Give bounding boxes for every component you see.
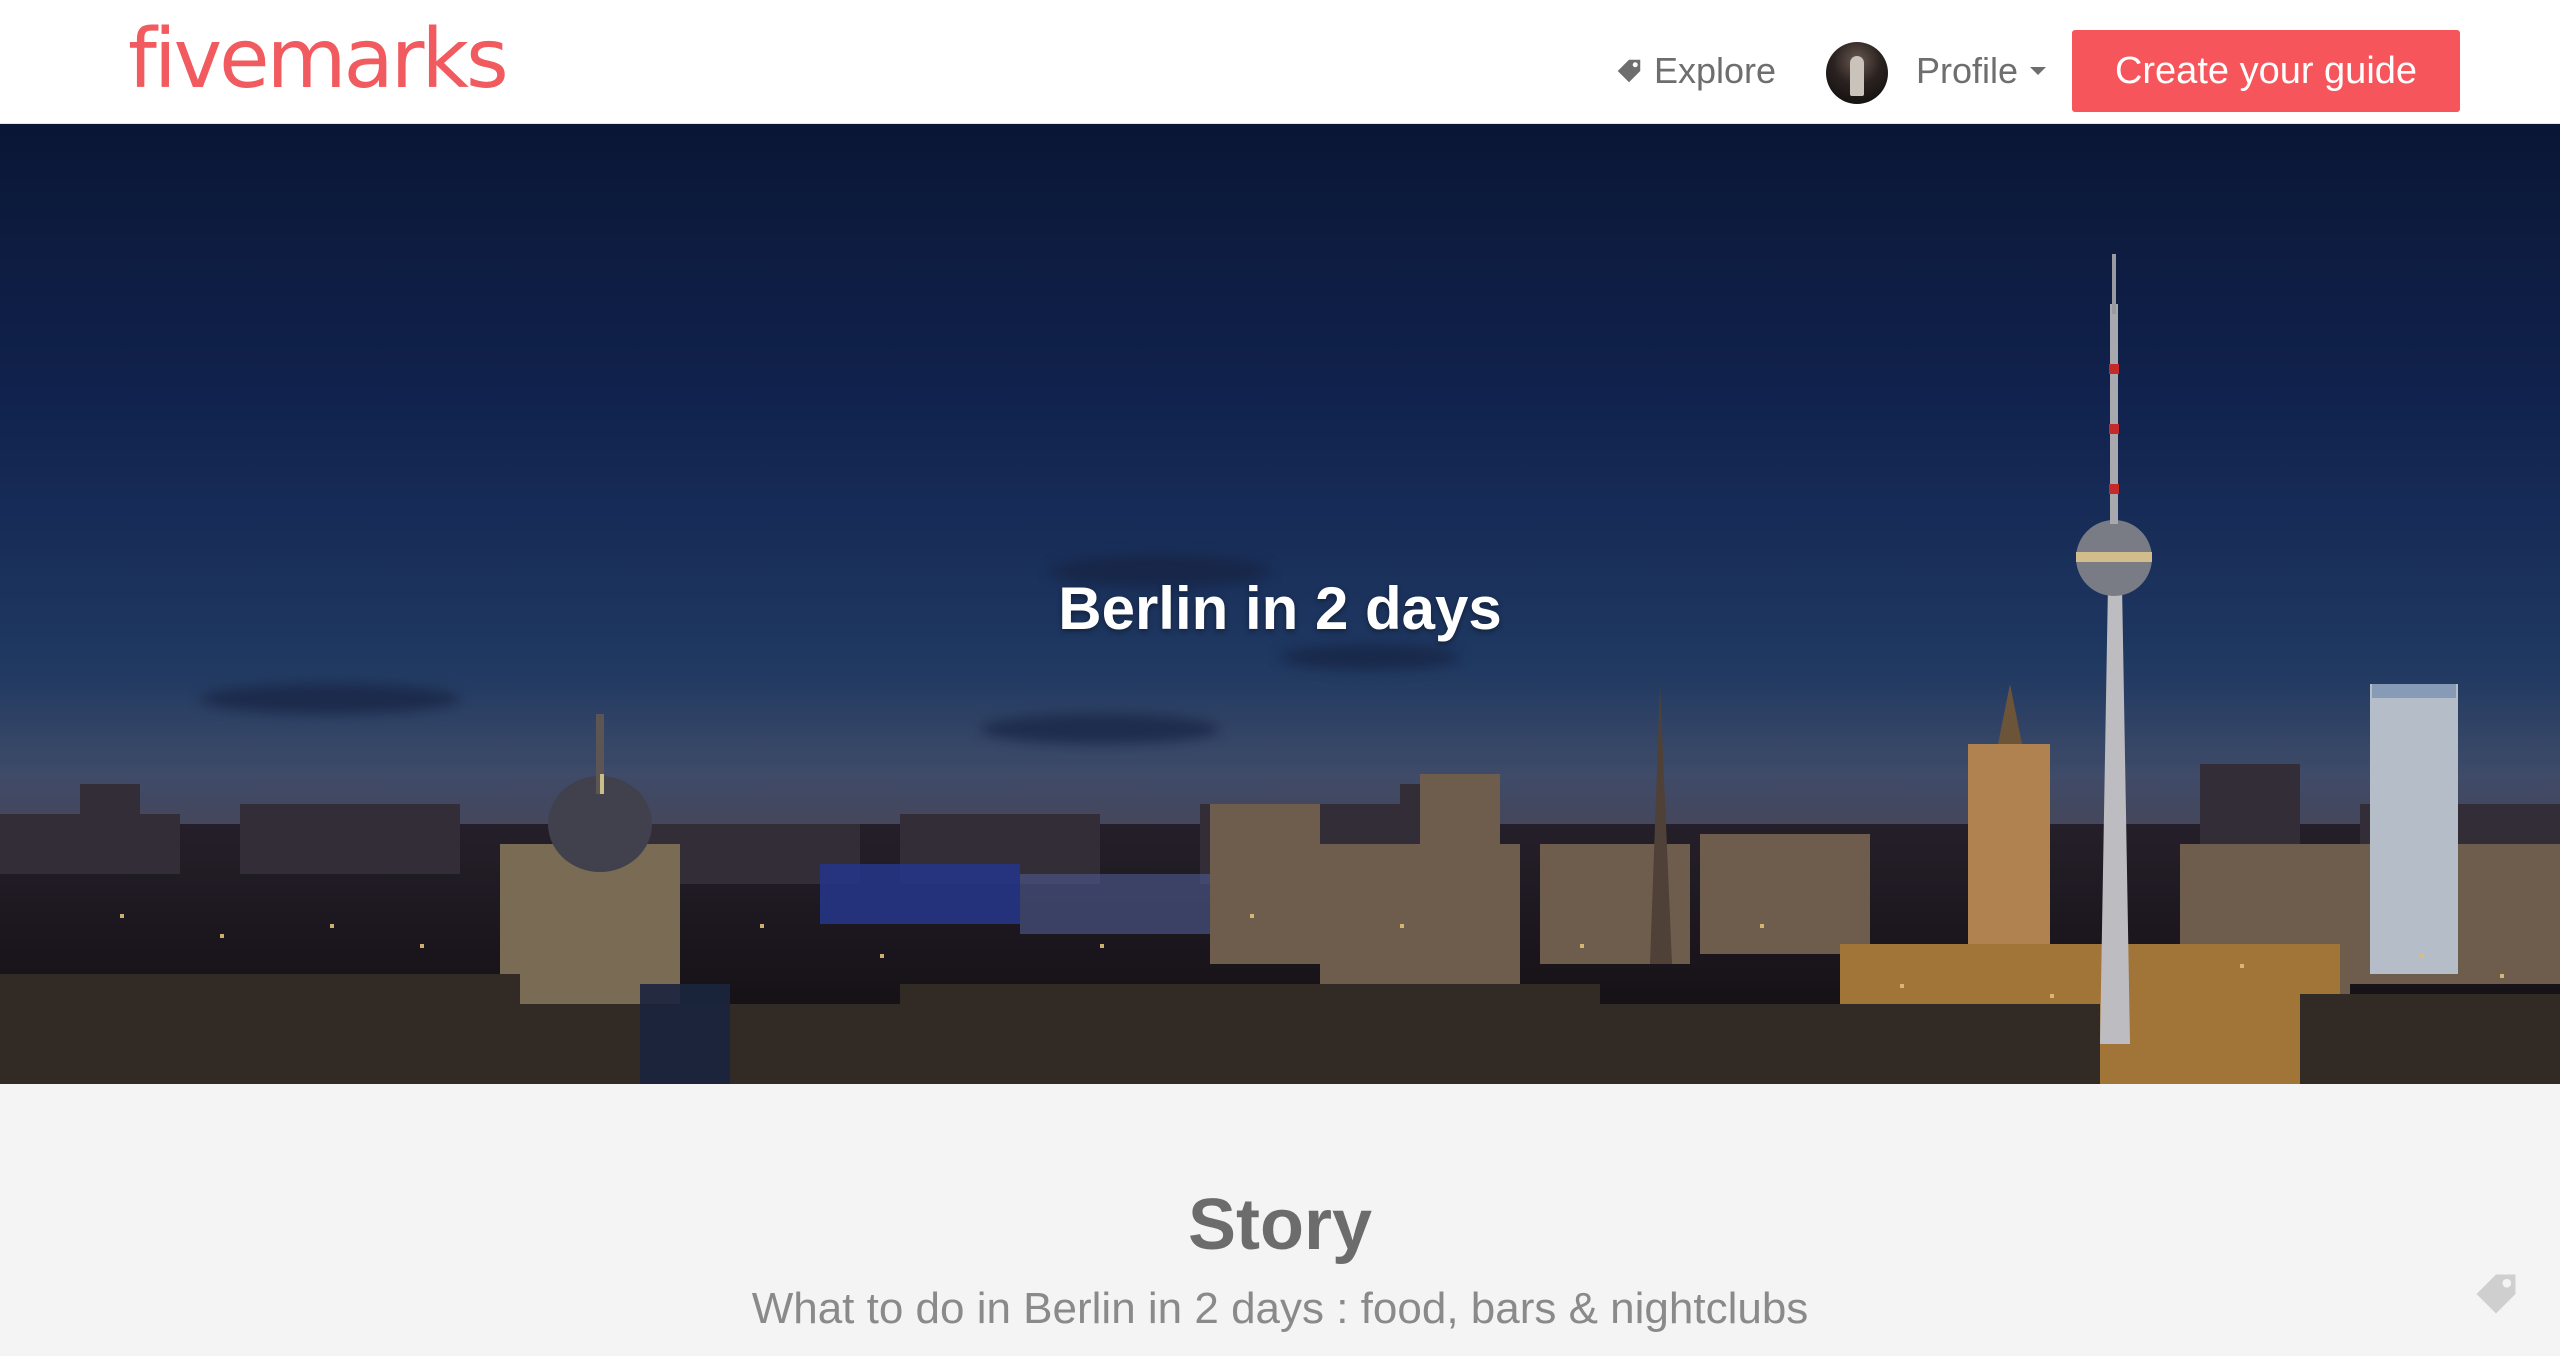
story-section: Story What to do in Berlin in 2 days : f… [0, 1084, 2560, 1356]
explore-link[interactable]: Explore [1614, 38, 1776, 104]
profile-dropdown[interactable]: Profile [1916, 38, 2047, 104]
hero-banner: Berlin in 2 days [0, 124, 2560, 1084]
fivemarks-logo[interactable]: fivemarks [128, 10, 509, 110]
story-heading: Story [1187, 1185, 1373, 1265]
explore-label: Explore [1654, 50, 1777, 91]
create-guide-button[interactable]: Create your guide [2072, 30, 2460, 112]
chevron-down-icon [2030, 67, 2047, 75]
tag-icon [1617, 59, 1641, 83]
avatar[interactable] [1826, 42, 1888, 104]
profile-label: Profile [1916, 50, 2019, 91]
story-subtitle: What to do in Berlin in 2 days : food, b… [751, 1284, 1809, 1333]
top-navbar: fivemarks Explore Profile Create your gu… [0, 0, 2560, 124]
tag-icon[interactable] [2470, 1268, 2522, 1320]
guide-title: Berlin in 2 days [1058, 575, 1502, 642]
